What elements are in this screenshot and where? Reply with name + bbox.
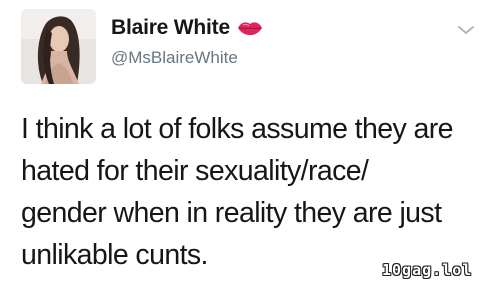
avatar[interactable] (21, 9, 96, 84)
user-handle[interactable]: @MsBlaireWhite (111, 48, 263, 68)
chevron-down-icon[interactable] (455, 22, 477, 38)
display-name[interactable]: Blaire White (111, 16, 230, 40)
lips-icon (237, 20, 263, 36)
avatar-image (21, 9, 96, 84)
tweet-text: I think a lot of folks assume they are h… (21, 113, 453, 271)
display-name-row: Blaire White (111, 13, 263, 43)
user-info: Blaire White @MsBlaireWhite (111, 13, 263, 68)
tweet-card: Blaire White @MsBlaireWhite I think a lo… (0, 0, 504, 294)
watermark: 10gag.lol (382, 261, 473, 279)
